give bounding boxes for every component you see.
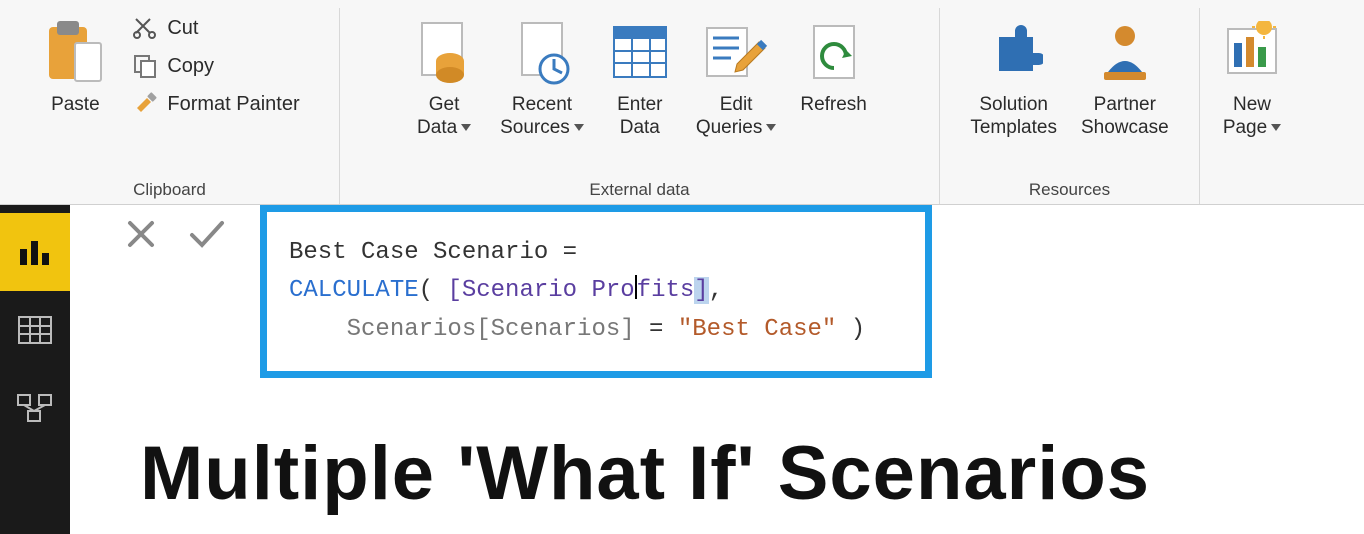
clipboard-group-label: Clipboard — [133, 174, 206, 204]
copy-label: Copy — [167, 55, 214, 78]
paintbrush-icon — [131, 90, 159, 118]
new-page-label: NewPage — [1223, 94, 1281, 140]
puzzle-icon — [985, 12, 1043, 92]
ribbon-toolbar: Paste Cut Copy — [0, 0, 1364, 205]
check-icon — [188, 217, 226, 251]
paste-button[interactable]: Paste — [35, 8, 115, 117]
chevron-down-icon — [574, 124, 584, 131]
cut-label: Cut — [167, 17, 198, 40]
new-page-button[interactable]: NewPage — [1212, 8, 1292, 140]
left-nav — [0, 205, 70, 534]
recent-sources-label: RecentSources — [500, 94, 584, 140]
grid-icon — [18, 316, 52, 344]
get-data-button[interactable]: GetData — [404, 8, 484, 140]
ribbon-group-clipboard: Paste Cut Copy — [0, 8, 340, 204]
chevron-down-icon — [1271, 124, 1281, 131]
format-painter-button[interactable]: Format Painter — [127, 88, 303, 120]
ribbon-group-insert: NewPage — [1200, 8, 1304, 204]
partner-showcase-button[interactable]: PartnerShowcase — [1073, 8, 1177, 140]
enter-data-button[interactable]: EnterData — [600, 8, 680, 140]
formula-commit-button[interactable] — [188, 217, 226, 260]
partner-showcase-label: PartnerShowcase — [1081, 94, 1169, 140]
table-icon — [612, 12, 668, 92]
relationship-icon — [17, 393, 53, 423]
chevron-down-icon — [461, 124, 471, 131]
refresh-label: Refresh — [800, 94, 867, 117]
solution-templates-button[interactable]: SolutionTemplates — [962, 8, 1065, 140]
external-data-group-label: External data — [589, 174, 689, 204]
formula-text[interactable]: Best Case Scenario = CALCULATE( [Scenari… — [289, 234, 897, 349]
resources-group-label: Resources — [1029, 174, 1110, 204]
ribbon-group-resources: SolutionTemplates PartnerShowcase Resour… — [940, 8, 1200, 204]
format-painter-label: Format Painter — [167, 93, 299, 116]
ribbon-group-external-data: GetData RecentSources — [340, 8, 940, 204]
recent-sources-button[interactable]: RecentSources — [492, 8, 592, 140]
clipboard-icon — [45, 12, 105, 92]
scissors-icon — [131, 14, 159, 42]
solution-templates-label: SolutionTemplates — [970, 94, 1057, 140]
nav-model-view[interactable] — [0, 369, 70, 447]
person-icon — [1098, 12, 1152, 92]
paste-label: Paste — [51, 94, 100, 117]
new-page-icon — [1222, 12, 1282, 92]
formula-bar-row: Best Case Scenario = CALCULATE( [Scenari… — [70, 205, 1364, 385]
refresh-button[interactable]: Refresh — [792, 8, 875, 117]
copy-button[interactable]: Copy — [127, 50, 303, 82]
close-icon — [124, 217, 158, 251]
bar-chart-icon — [18, 237, 52, 267]
refresh-icon — [806, 12, 862, 92]
enter-data-label: EnterData — [617, 94, 662, 140]
nav-data-view[interactable] — [0, 291, 70, 369]
formula-editor[interactable]: Best Case Scenario = CALCULATE( [Scenari… — [260, 205, 932, 378]
page-title: Multiple 'What If' Scenarios — [140, 430, 1150, 517]
get-data-icon — [414, 12, 474, 92]
cut-button[interactable]: Cut — [127, 12, 303, 44]
edit-queries-label: EditQueries — [696, 94, 777, 140]
formula-cancel-button[interactable] — [124, 217, 158, 260]
nav-report-view[interactable] — [0, 213, 70, 291]
get-data-label: GetData — [417, 94, 471, 140]
edit-queries-icon — [701, 12, 771, 92]
edit-queries-button[interactable]: EditQueries — [688, 8, 785, 140]
copy-icon — [131, 52, 159, 80]
chevron-down-icon — [766, 124, 776, 131]
recent-sources-icon — [512, 12, 572, 92]
